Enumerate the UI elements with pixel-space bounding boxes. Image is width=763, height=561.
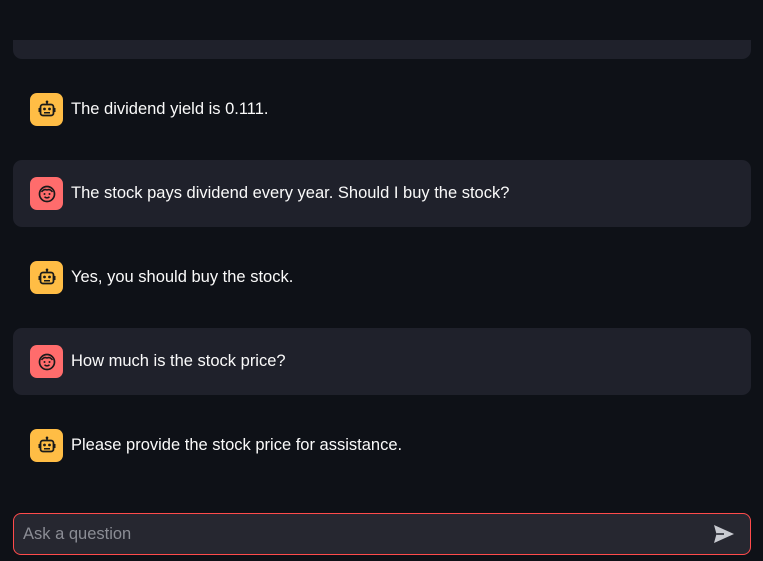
- message-text: Please provide the stock price for assis…: [71, 436, 403, 454]
- chat-input-container: [13, 513, 751, 555]
- robot-icon: [30, 429, 63, 462]
- smiley-face-icon: [30, 345, 63, 378]
- robot-icon: [30, 261, 63, 294]
- message-text: The dividend yield is 0.111.: [71, 100, 269, 118]
- chat-message-user: How much is the stock price?: [13, 328, 751, 395]
- message-text: Yes, you should buy the stock.: [71, 268, 294, 286]
- chat-message-assistant: Yes, you should buy the stock.: [13, 244, 751, 311]
- send-arrow-icon: [714, 525, 734, 543]
- chat-app: The dividend yield is 0.111. The stock p…: [0, 0, 763, 561]
- robot-icon: [30, 93, 63, 126]
- previous-message-edge: [13, 40, 751, 59]
- send-button[interactable]: [704, 514, 744, 554]
- chat-message-assistant: Please provide the stock price for assis…: [13, 412, 751, 479]
- chat-input[interactable]: [14, 513, 704, 555]
- smiley-face-icon: [30, 177, 63, 210]
- chat-message-user: The stock pays dividend every year. Shou…: [13, 160, 751, 227]
- message-text: How much is the stock price?: [71, 352, 286, 370]
- message-text: The stock pays dividend every year. Shou…: [71, 184, 510, 202]
- chat-message-assistant: The dividend yield is 0.111.: [13, 76, 751, 143]
